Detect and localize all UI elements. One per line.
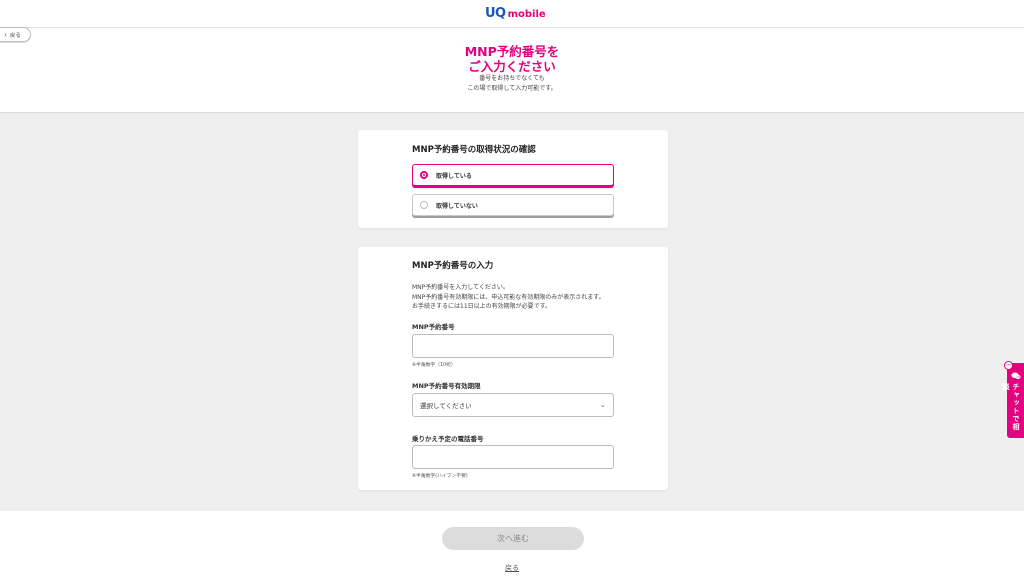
chat-consult-tab[interactable]: − チャットで相談 [1002,361,1024,438]
radio-option-acquired-label: 取得している [436,172,472,180]
top-bar: UQ mobile [0,0,1024,28]
desc-line3: お手続きするには11日以上の有効期限が必要です。 [412,303,552,310]
logo-mobile-text: mobile [507,9,546,20]
radio-option-not-acquired-label: 取得していない [436,202,478,210]
chevron-down-icon: ⌄ [600,401,606,409]
mnp-input-title: MNP予約番号の入力 [412,261,494,271]
desc-line1: MNP予約番号を入力してください。 [412,284,509,291]
radio-option-not-acquired[interactable]: 取得していない [412,194,614,216]
desc-line2: MNP予約番号有効期限には、申込可能な有効期限のみが表示されます。 [412,293,605,301]
page-heading: MNP予約番号を ご入力ください 番号をお持ちでなくても この場で取得して入力可… [0,44,1024,94]
mnp-expiry-selected-value: 選択してください [420,402,472,410]
footer-back-link-wrap: 戻る [0,563,1024,573]
chevron-left-icon: ‹ [4,30,7,39]
radio-unselected-icon [420,201,428,209]
logo-uq-text: UQ [485,6,506,21]
radio-option-acquired[interactable]: 取得している [412,164,614,186]
mnp-status-card: MNP予約番号の取得状況の確認 取得している 取得していない [358,130,668,228]
mnp-expiry-label: MNP予約番号有効期限 [412,382,481,390]
phone-number-input[interactable] [412,445,614,469]
phone-number-hint: ※半角数字(ハイフン不要) [412,474,468,479]
header-back-button[interactable]: ‹ 戻る [0,27,31,42]
mnp-number-label: MNP予約番号 [412,323,455,331]
chat-tab-label: チャットで相談 [1002,383,1020,431]
minimize-icon[interactable]: − [1004,361,1013,370]
radio-selected-icon [420,171,428,179]
phone-number-label: 乗りかえ予定の電話番号 [412,435,484,443]
mnp-input-description: MNP予約番号を入力してください。 MNP予約番号有効期限には、申込可能な有効期… [412,283,605,312]
mnp-expiry-select[interactable]: 選択してください ⌄ [412,393,614,417]
mnp-number-input[interactable] [412,334,614,358]
mnp-input-card: MNP予約番号の入力 MNP予約番号を入力してください。 MNP予約番号有効期限… [358,247,668,490]
page-subtitle-line2: この場で取得して入力可能です。 [467,85,557,92]
footer-back-link[interactable]: 戻る [505,564,519,572]
mnp-status-title: MNP予約番号の取得状況の確認 [412,145,536,155]
chat-bubble-icon [1011,372,1021,380]
mnp-number-hint: ※半角数字（10桁） [412,363,456,368]
header-back-label: 戻る [9,32,21,39]
page-title-line1: MNP予約番号を [464,44,560,59]
page-subtitle-line1: 番号をお持ちでなくても [479,75,545,82]
page-title-line2: ご入力ください [468,59,556,74]
next-button[interactable]: 次へ進む [442,527,584,550]
uq-mobile-logo[interactable]: UQ mobile [485,6,546,22]
